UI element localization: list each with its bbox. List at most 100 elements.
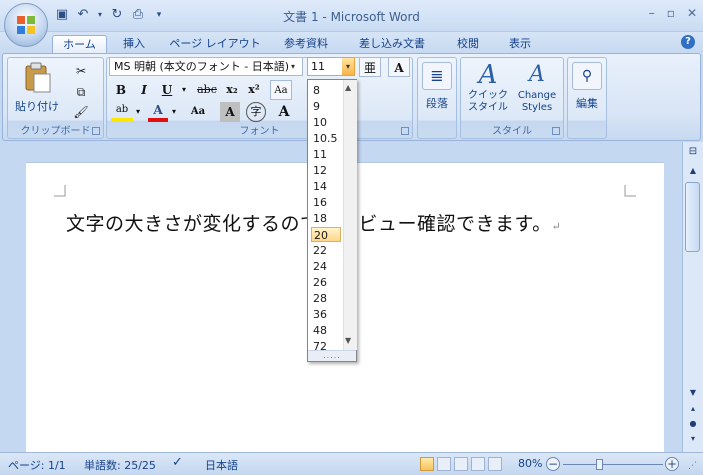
vertical-scrollbar[interactable]: ⊟ ▲ ▼ ▴ ● ▾ <box>682 142 703 452</box>
enclose-characters-button[interactable]: 字 <box>246 102 266 122</box>
status-bar: ページ: 1/1 単語数: 25/25 ✓ 日本語 80% − + ⋰ <box>0 452 703 475</box>
change-styles-button[interactable]: A Change Styles <box>513 60 561 122</box>
font-size-option[interactable]: 28 <box>311 291 341 306</box>
tab-references[interactable]: 参考資料 <box>272 35 340 54</box>
font-size-option[interactable]: 26 <box>311 275 341 290</box>
italic-button[interactable]: I <box>134 80 154 100</box>
quick-styles-button[interactable]: A クイック スタイル <box>465 60 511 122</box>
help-icon[interactable]: ? <box>681 35 695 49</box>
draft-view-button[interactable] <box>488 457 502 471</box>
font-size-dropdown-icon[interactable]: ▾ <box>342 58 354 75</box>
window-title: 文書 1 - Microsoft Word <box>283 10 420 24</box>
next-page-icon[interactable]: ▾ <box>686 434 700 443</box>
quick-styles-label: クイック スタイル <box>468 90 508 113</box>
styles-launcher-icon[interactable] <box>552 127 560 135</box>
ribbon-tabs: ホーム 挿入 ページ レイアウト 参考資料 差し込み文書 校閲 表示 <box>0 32 703 54</box>
font-size-option[interactable]: 72 <box>311 339 341 354</box>
page-count[interactable]: ページ: 1/1 <box>8 457 66 473</box>
tab-insert[interactable]: 挿入 <box>112 35 156 54</box>
paragraph-mark: ↵ <box>551 220 562 233</box>
editing-group[interactable]: ⚲ 編集 <box>567 57 607 139</box>
font-size-option[interactable]: 24 <box>311 259 341 274</box>
font-size-option[interactable]: 22 <box>311 243 341 258</box>
change-case-button[interactable]: Aa <box>184 102 212 122</box>
font-size-combo[interactable]: 11 ▾ <box>307 57 355 76</box>
styles-group-label: スタイル <box>492 126 532 137</box>
font-size-option[interactable]: 11 <box>311 147 341 162</box>
phonetic-guide-icon[interactable]: 亜 <box>359 57 381 77</box>
outline-view-button[interactable] <box>471 457 485 471</box>
zoom-in-button[interactable]: + <box>665 457 679 471</box>
scroll-down-icon[interactable]: ▼ <box>686 388 700 397</box>
office-button[interactable] <box>4 3 48 47</box>
proofing-icon[interactable]: ✓ <box>172 455 183 470</box>
paste-button[interactable]: 貼り付け <box>14 62 60 118</box>
font-size-option[interactable]: 12 <box>311 163 341 178</box>
paragraph-group[interactable]: ≣ 段落 <box>417 57 457 139</box>
font-color-dropdown-icon[interactable]: ▾ <box>170 102 178 122</box>
tab-mailings[interactable]: 差し込み文書 <box>346 35 438 54</box>
copy-icon[interactable]: ⧉ <box>70 82 92 102</box>
font-size-option[interactable]: 18 <box>311 211 341 226</box>
underline-button[interactable]: U <box>157 80 177 100</box>
word-count[interactable]: 単語数: 25/25 <box>84 457 156 473</box>
cut-icon[interactable]: ✂ <box>70 61 92 81</box>
ruler-toggle-icon[interactable]: ⊟ <box>686 146 700 157</box>
character-shading-button[interactable]: A <box>220 102 240 122</box>
select-browse-object-icon[interactable]: ● <box>686 419 700 428</box>
font-size-list: ▲ ▼ ..... 8 9 10 10.5 11 12 14 16 18 20 22 24 26 28 36… <box>307 79 357 362</box>
clipboard-launcher-icon[interactable] <box>92 127 100 135</box>
chevron-down-icon[interactable]: ▾ <box>291 58 301 75</box>
language[interactable]: 日本語 <box>205 457 238 473</box>
scroll-down-icon[interactable]: ▼ <box>345 336 351 345</box>
web-layout-view-button[interactable] <box>454 457 468 471</box>
paragraph-icon: ≣ <box>422 62 452 90</box>
tab-view[interactable]: 表示 <box>498 35 542 54</box>
print-layout-view-button[interactable] <box>420 457 434 471</box>
maximize-button[interactable]: ▫ <box>667 6 675 20</box>
scroll-up-icon[interactable]: ▲ <box>686 166 700 175</box>
highlight-button[interactable]: ab <box>111 102 133 122</box>
highlight-dropdown-icon[interactable]: ▾ <box>134 102 142 122</box>
scroll-thumb[interactable] <box>685 182 700 252</box>
font-size-option[interactable]: 48 <box>311 323 341 338</box>
subscript-button[interactable]: x₂ <box>222 80 242 100</box>
tab-home[interactable]: ホーム <box>52 35 107 54</box>
format-painter-icon[interactable]: 🖌 <box>70 102 92 122</box>
paragraph-label: 段落 <box>426 97 448 110</box>
zoom-out-button[interactable]: − <box>546 457 560 471</box>
quick-styles-icon: A <box>478 60 498 90</box>
scroll-up-icon[interactable]: ▲ <box>345 83 351 92</box>
crop-mark-top-right <box>624 185 636 197</box>
font-size-option[interactable]: 36 <box>311 307 341 322</box>
font-size-option[interactable]: 9 <box>311 99 341 114</box>
close-button[interactable]: ✕ <box>687 6 697 20</box>
minimize-button[interactable]: – <box>649 6 655 20</box>
zoom-level[interactable]: 80% <box>518 457 542 470</box>
font-size-option[interactable]: 16 <box>311 195 341 210</box>
character-border-icon[interactable]: A <box>388 57 410 77</box>
previous-page-icon[interactable]: ▴ <box>686 404 700 413</box>
font-color-button[interactable]: A <box>148 102 168 122</box>
font-name-combo[interactable]: MS 明朝 (本文のフォント - 日本語) ▾ <box>109 57 303 76</box>
font-size-option[interactable]: 10.5 <box>311 131 341 146</box>
font-size-option[interactable]: 10 <box>311 115 341 130</box>
strikethrough-button[interactable]: abc <box>194 80 220 100</box>
font-size-list-scrollbar[interactable]: ▲ ▼ <box>343 80 357 350</box>
font-launcher-icon[interactable] <box>401 127 409 135</box>
bold-button[interactable]: B <box>111 80 131 100</box>
clear-formatting-button[interactable]: Aa <box>270 80 292 100</box>
font-size-option[interactable]: 20 <box>311 227 341 242</box>
full-screen-reading-view-button[interactable] <box>437 457 451 471</box>
tab-page-layout[interactable]: ページ レイアウト <box>164 35 266 54</box>
resize-grip-icon[interactable]: ⋰ <box>688 461 697 471</box>
zoom-slider-thumb[interactable] <box>596 459 603 470</box>
superscript-button[interactable]: x² <box>244 80 264 100</box>
underline-dropdown-icon[interactable]: ▾ <box>180 80 188 100</box>
tab-review[interactable]: 校閲 <box>446 35 490 54</box>
grow-font-button[interactable]: A <box>274 102 294 122</box>
zoom-slider-track[interactable] <box>563 464 663 465</box>
font-size-option[interactable]: 14 <box>311 179 341 194</box>
font-size-value: 11 <box>311 60 325 73</box>
font-size-option[interactable]: 8 <box>311 83 341 98</box>
